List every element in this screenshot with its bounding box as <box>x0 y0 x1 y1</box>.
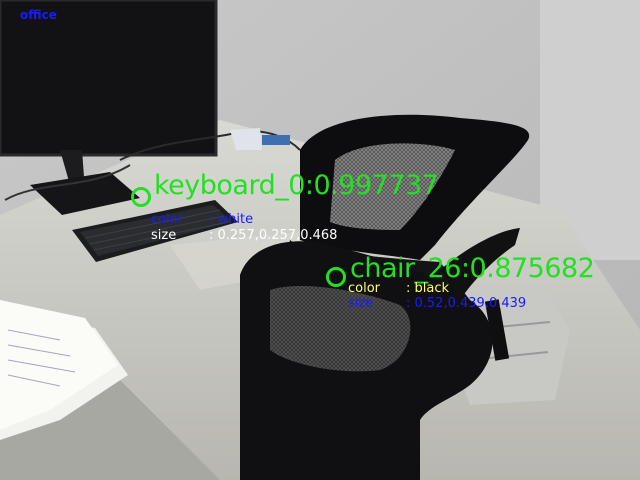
attr-value: : 0.52,0.439,0.439 <box>406 296 527 311</box>
detection-color-row-chair: color : black <box>348 282 449 295</box>
attr-key: color <box>348 281 381 296</box>
camera-frame: office keyboard_0:0.997737 color: white … <box>0 0 640 480</box>
attr-key: size <box>151 228 177 243</box>
attr-key: color <box>151 212 184 227</box>
detection-size-row-keyboard: size : 0.257,0.257,0.468 <box>151 229 337 242</box>
detection-marker-keyboard <box>131 187 151 207</box>
detection-size-row-chair: size : 0.52,0.439,0.439 <box>348 297 526 310</box>
attr-key: size <box>348 296 374 311</box>
detection-title-chair: chair_26:0.875682 <box>350 253 595 284</box>
attr-value: : 0.257,0.257,0.468 <box>209 228 338 243</box>
detection-title-keyboard: keyboard_0:0.997737 <box>154 170 439 201</box>
attr-value: : white <box>209 212 254 227</box>
attr-value: : black <box>406 281 450 296</box>
monitor <box>0 0 216 155</box>
detection-marker-chair <box>326 267 346 287</box>
detection-color-row-keyboard: color : white <box>151 213 253 226</box>
scene-label: office <box>20 8 57 22</box>
